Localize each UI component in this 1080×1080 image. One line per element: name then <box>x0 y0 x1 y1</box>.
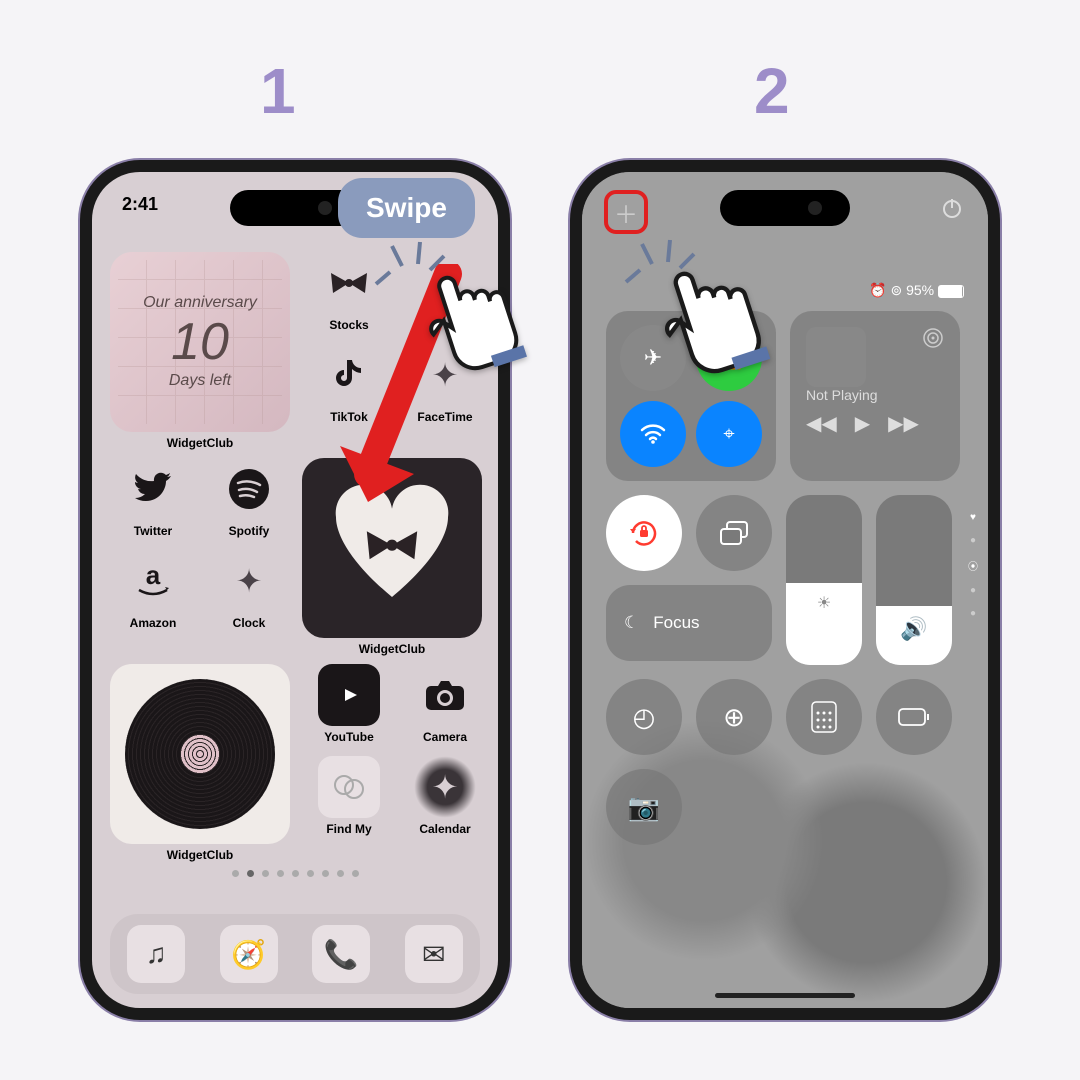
wifi-icon <box>640 424 666 444</box>
magnifier-icon: ⊕ <box>723 702 745 733</box>
findmy-icon <box>318 756 380 818</box>
youtube-icon <box>318 664 380 726</box>
app-camera[interactable]: Camera <box>402 664 488 744</box>
spotify-icon <box>218 458 280 520</box>
battery-icon <box>898 708 930 726</box>
app-spotify[interactable]: Spotify <box>206 458 292 538</box>
app-twitter[interactable]: Twitter <box>110 458 196 538</box>
home-indicator[interactable] <box>715 993 855 998</box>
widget-label: WidgetClub <box>302 642 482 656</box>
dock: ♫ 🧭 📞 ✉ <box>110 914 480 994</box>
blur-sparkle-icon: ✦ <box>414 756 476 818</box>
play-icon[interactable]: ▶ <box>855 411 870 436</box>
page-dots[interactable] <box>110 870 480 877</box>
camera-icon: 📷 <box>628 792 660 823</box>
bluetooth-icon: ⌖ <box>723 423 734 446</box>
forward-icon[interactable]: ▶▶ <box>888 411 919 436</box>
cursor-hand <box>640 246 780 391</box>
camera-button[interactable]: 📷 <box>606 769 682 845</box>
dynamic-island <box>720 190 850 226</box>
timer-button[interactable]: ◴ <box>606 679 682 755</box>
timer-icon: ◴ <box>633 702 656 733</box>
power-icon[interactable] <box>940 196 964 220</box>
camera-icon <box>414 664 476 726</box>
app-youtube[interactable]: YouTube <box>306 664 392 744</box>
rotation-lock-toggle[interactable] <box>606 495 682 571</box>
heart-icon: ♥ <box>970 512 976 523</box>
rotation-lock-icon <box>627 516 661 550</box>
app-calendar[interactable]: ✦ Calendar <box>402 756 488 836</box>
cursor-hand <box>406 252 536 387</box>
focus-button[interactable]: ☾ Focus <box>606 585 772 661</box>
app-findmy[interactable]: Find My <box>306 756 392 836</box>
calculator-button[interactable] <box>786 679 862 755</box>
app-amazon[interactable]: a Amazon <box>110 550 196 630</box>
sparkle-icon: ✦ <box>218 550 280 612</box>
media-tile[interactable]: Not Playing ◀◀ ▶ ▶▶ <box>790 311 960 481</box>
media-artwork <box>806 327 866 387</box>
bluetooth-toggle[interactable]: ⌖ <box>696 401 762 467</box>
page-indicator[interactable]: ♥●⦿●● <box>968 512 978 619</box>
sun-icon: ☀ <box>817 593 831 613</box>
status-time: 2:41 <box>122 194 158 215</box>
widget-vinyl[interactable] <box>110 664 290 844</box>
calculator-icon <box>811 701 837 733</box>
moon-icon: ☾ <box>624 613 639 633</box>
step-number-1: 1 <box>260 54 296 128</box>
dock-safari-icon[interactable]: 🧭 <box>220 925 278 983</box>
rewind-icon[interactable]: ◀◀ <box>806 411 837 436</box>
amazon-icon: a <box>122 550 184 612</box>
widget-anniversary[interactable]: Our anniversary 10 Days left <box>110 252 290 432</box>
mirror-icon <box>719 520 749 546</box>
dock-mail-icon[interactable]: ✉ <box>405 925 463 983</box>
brightness-slider[interactable]: ☀ <box>786 495 862 665</box>
widget-label: WidgetClub <box>110 848 290 862</box>
step-number-2: 2 <box>754 54 790 128</box>
twitter-icon <box>122 458 184 520</box>
airplay-icon[interactable] <box>922 327 944 349</box>
magnifier-button[interactable]: ⊕ <box>696 679 772 755</box>
wifi-toggle[interactable] <box>620 401 686 467</box>
widget-label: WidgetClub <box>110 436 290 450</box>
volume-icon: 🔊 <box>900 616 927 642</box>
volume-slider[interactable]: 🔊 <box>876 495 952 665</box>
app-clock[interactable]: ✦ Clock <box>206 550 292 630</box>
screen-mirror-button[interactable] <box>696 495 772 571</box>
svg-text:a: a <box>146 562 161 590</box>
dock-music-icon[interactable]: ♫ <box>127 925 185 983</box>
low-power-button[interactable] <box>876 679 952 755</box>
media-title: Not Playing <box>806 387 944 403</box>
dock-phone-icon[interactable]: 📞 <box>312 925 370 983</box>
battery-icon <box>938 285 964 298</box>
swipe-label: Swipe <box>338 178 475 238</box>
